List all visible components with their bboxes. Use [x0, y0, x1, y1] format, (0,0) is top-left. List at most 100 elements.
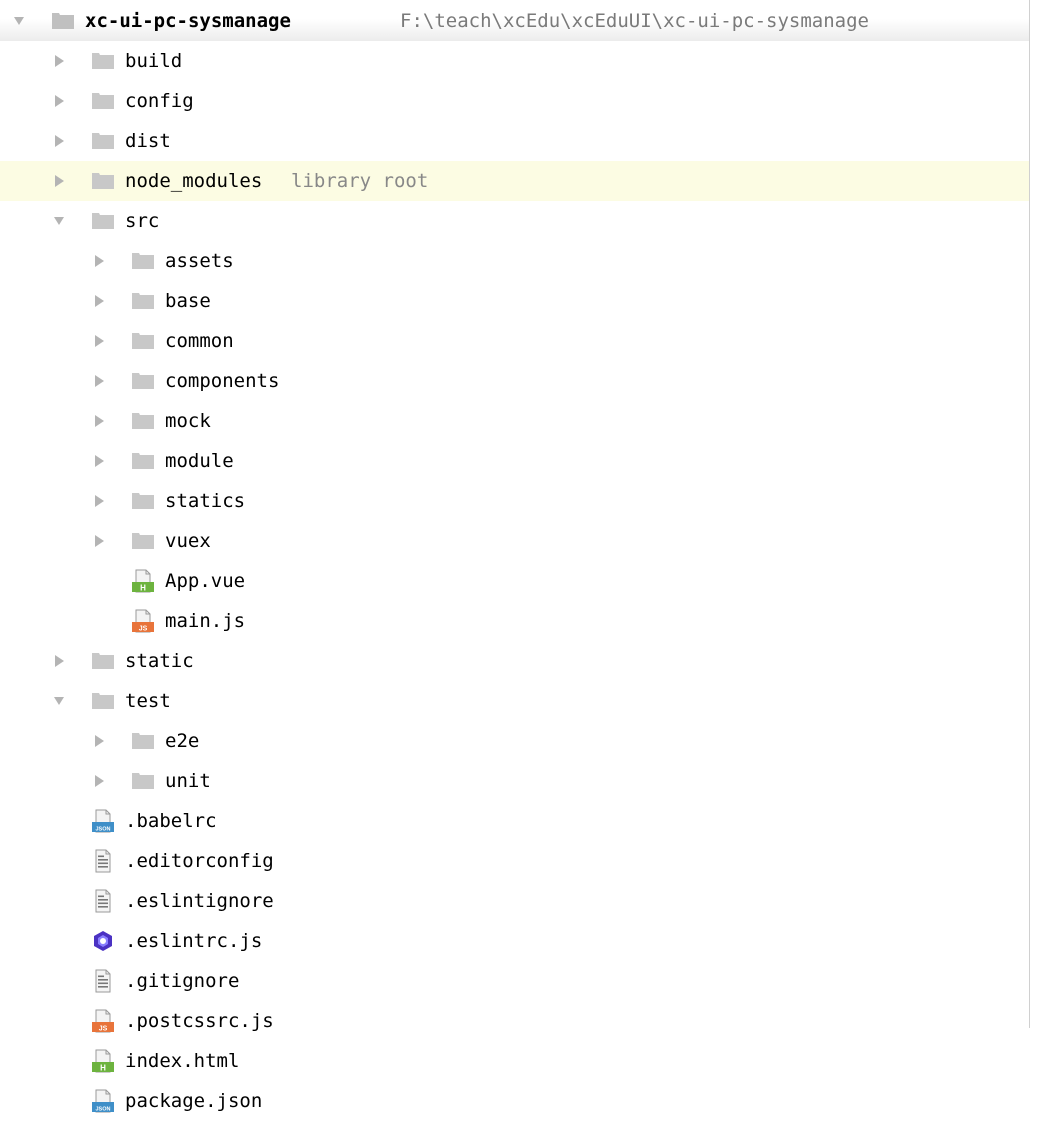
- tree-row-package-json[interactable]: JSON package.json: [0, 1081, 1030, 1121]
- html-file-icon: H: [91, 1049, 115, 1073]
- collapsed-arrow-icon[interactable]: [93, 254, 105, 268]
- collapsed-arrow-icon[interactable]: [93, 454, 105, 468]
- svg-text:JS: JS: [139, 626, 148, 633]
- js-file-icon: JS: [131, 609, 155, 633]
- eslint-file-icon: [91, 929, 115, 953]
- collapsed-arrow-icon[interactable]: [53, 134, 65, 148]
- svg-text:JSON: JSON: [96, 827, 111, 833]
- text-file-icon: [91, 969, 115, 993]
- tree-item-label: dist: [125, 130, 171, 152]
- tree-row-module[interactable]: module: [0, 441, 1030, 481]
- tree-item-label: build: [125, 50, 183, 72]
- folder-icon: [131, 329, 155, 353]
- tree-item-label: index.html: [125, 1050, 240, 1072]
- collapsed-arrow-icon[interactable]: [53, 94, 65, 108]
- scrollbar-edge[interactable]: [1029, 0, 1037, 1028]
- tree-row-vuex[interactable]: vuex: [0, 521, 1030, 561]
- project-root-row[interactable]: xc-ui-pc-sysmanage F:\teach\xcEdu\xcEduU…: [0, 1, 1030, 41]
- folder-icon: [91, 129, 115, 153]
- js-file-icon: JS: [91, 1009, 115, 1033]
- folder-icon: [131, 529, 155, 553]
- tree-row-eslintignore[interactable]: .eslintignore: [0, 881, 1030, 921]
- folder-icon: [91, 649, 115, 673]
- tree-item-label: common: [165, 330, 234, 352]
- folder-icon: [91, 689, 115, 713]
- collapsed-arrow-icon[interactable]: [93, 494, 105, 508]
- html-file-icon: H: [131, 569, 155, 593]
- tree-item-label: .eslintignore: [125, 890, 274, 912]
- tree-row-build[interactable]: build: [0, 41, 1030, 81]
- tree-row-statics[interactable]: statics: [0, 481, 1030, 521]
- collapsed-arrow-icon[interactable]: [93, 334, 105, 348]
- tree-item-label: static: [125, 650, 194, 672]
- tree-item-label: assets: [165, 250, 234, 272]
- svg-text:H: H: [100, 1064, 106, 1073]
- tree-item-label: mock: [165, 410, 211, 432]
- folder-icon: [51, 9, 75, 33]
- folder-icon: [131, 729, 155, 753]
- tree-row-assets[interactable]: assets: [0, 241, 1030, 281]
- tree-row-babelrc[interactable]: JSON .babelrc: [0, 801, 1030, 841]
- tree-row-e2e[interactable]: e2e: [0, 721, 1030, 761]
- collapsed-arrow-icon[interactable]: [53, 174, 65, 188]
- tree-row-unit[interactable]: unit: [0, 761, 1030, 801]
- tree-item-label: .editorconfig: [125, 850, 274, 872]
- svg-text:JSON: JSON: [96, 1107, 111, 1113]
- tree-row-components[interactable]: components: [0, 361, 1030, 401]
- tree-row-app-vue[interactable]: H App.vue: [0, 561, 1030, 601]
- folder-icon: [131, 489, 155, 513]
- project-tree: xc-ui-pc-sysmanage F:\teach\xcEdu\xcEduU…: [0, 0, 1037, 1124]
- tree-row-mock[interactable]: mock: [0, 401, 1030, 441]
- tree-row-src[interactable]: src: [0, 201, 1030, 241]
- tree-row-editorconfig[interactable]: .editorconfig: [0, 841, 1030, 881]
- tree-item-label: module: [165, 450, 234, 472]
- folder-icon: [91, 89, 115, 113]
- tree-row-node_modules[interactable]: node_modules library root: [0, 161, 1030, 201]
- project-path: F:\teach\xcEdu\xcEduUI\xc-ui-pc-sysmanag…: [400, 10, 869, 32]
- folder-icon: [131, 369, 155, 393]
- text-file-icon: [91, 849, 115, 873]
- tree-row-test[interactable]: test: [0, 681, 1030, 721]
- collapsed-arrow-icon[interactable]: [53, 54, 65, 68]
- collapsed-arrow-icon[interactable]: [53, 654, 65, 668]
- tree-row-common[interactable]: common: [0, 321, 1030, 361]
- tree-item-label: unit: [165, 770, 211, 792]
- tree-item-label: App.vue: [165, 570, 246, 592]
- tree-row-config[interactable]: config: [0, 81, 1030, 121]
- tree-row-dist[interactable]: dist: [0, 121, 1030, 161]
- collapsed-arrow-icon[interactable]: [93, 414, 105, 428]
- svg-text:H: H: [140, 584, 146, 593]
- tree-row-main-js[interactable]: JS main.js: [0, 601, 1030, 641]
- tree-row-postcssrc-js[interactable]: JS .postcssrc.js: [0, 1001, 1030, 1041]
- folder-icon: [131, 769, 155, 793]
- folder-icon: [91, 169, 115, 193]
- text-file-icon: [91, 889, 115, 913]
- expanded-arrow-icon[interactable]: [13, 14, 25, 28]
- tree-row-base[interactable]: base: [0, 281, 1030, 321]
- tree-item-label: src: [125, 210, 160, 232]
- expanded-arrow-icon[interactable]: [53, 214, 65, 228]
- tree-item-label: .gitignore: [125, 970, 240, 992]
- collapsed-arrow-icon[interactable]: [93, 534, 105, 548]
- svg-text:JS: JS: [99, 1026, 108, 1033]
- tree-row-static[interactable]: static: [0, 641, 1030, 681]
- tree-row-index-html[interactable]: Hindex.html: [0, 1041, 1030, 1081]
- tree-row-eslintrc-js[interactable]: .eslintrc.js: [0, 921, 1030, 961]
- tree-item-label: statics: [165, 490, 246, 512]
- collapsed-arrow-icon[interactable]: [93, 734, 105, 748]
- tree-item-label: .babelrc: [125, 810, 217, 832]
- folder-icon: [131, 289, 155, 313]
- collapsed-arrow-icon[interactable]: [93, 374, 105, 388]
- tree-item-label: config: [125, 90, 194, 112]
- tree-item-label: main.js: [165, 610, 246, 632]
- collapsed-arrow-icon[interactable]: [93, 294, 105, 308]
- json-file-icon: JSON: [91, 809, 115, 833]
- expanded-arrow-icon[interactable]: [53, 694, 65, 708]
- json-file-icon: JSON: [91, 1089, 115, 1113]
- tree-item-label: .postcssrc.js: [125, 1010, 274, 1032]
- tree-item-label: package.json: [125, 1090, 263, 1112]
- collapsed-arrow-icon[interactable]: [93, 774, 105, 788]
- library-root-hint: library root: [291, 170, 429, 192]
- folder-icon: [131, 249, 155, 273]
- tree-row-gitignore[interactable]: .gitignore: [0, 961, 1030, 1001]
